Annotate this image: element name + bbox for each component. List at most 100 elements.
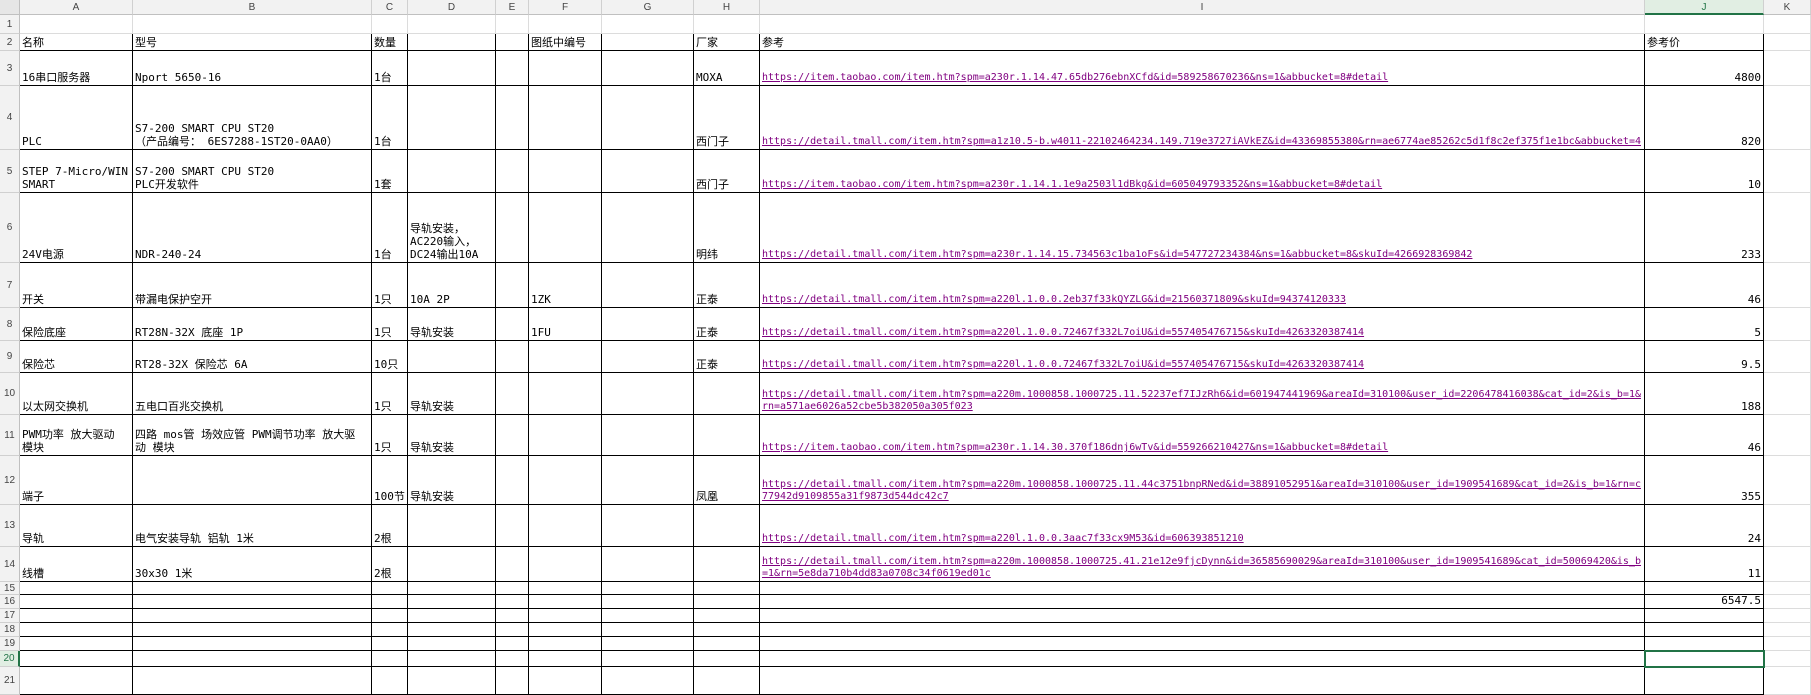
cell-e12[interactable] xyxy=(496,456,529,505)
item-name[interactable]: 开关 xyxy=(20,263,133,308)
column-header-g[interactable]: G xyxy=(602,0,694,15)
cell-b17[interactable] xyxy=(133,609,372,623)
column-header-d[interactable]: D xyxy=(408,0,496,15)
item-model[interactable]: 30x30 1米 xyxy=(133,547,372,582)
cell-k10[interactable] xyxy=(1764,373,1811,415)
item-name[interactable]: PLC xyxy=(20,86,133,150)
item-drawing-no[interactable]: 1ZK xyxy=(529,263,602,308)
select-all-corner[interactable] xyxy=(0,0,20,15)
item-link[interactable]: https://detail.tmall.com/item.htm?spm=a2… xyxy=(760,456,1645,505)
cell-f19[interactable] xyxy=(529,637,602,651)
cell-g20[interactable] xyxy=(602,651,694,667)
item-vendor[interactable] xyxy=(694,415,760,456)
item-name[interactable]: 保险底座 xyxy=(20,308,133,341)
row-header-13[interactable]: 13 xyxy=(0,505,20,547)
item-link[interactable]: https://detail.tmall.com/item.htm?spm=a2… xyxy=(760,193,1645,263)
item-vendor[interactable] xyxy=(694,373,760,415)
cell-i16[interactable] xyxy=(760,595,1645,609)
cell-k18[interactable] xyxy=(1764,623,1811,637)
item-price[interactable]: 188 xyxy=(1645,373,1764,415)
column-header-j[interactable]: J xyxy=(1645,0,1764,15)
cell-j21[interactable] xyxy=(1645,667,1764,695)
cell-f17[interactable] xyxy=(529,609,602,623)
item-note[interactable] xyxy=(408,341,496,373)
item-drawing-no[interactable] xyxy=(529,341,602,373)
item-vendor[interactable]: 正泰 xyxy=(694,341,760,373)
item-model[interactable]: 电气安装导轨 铝轨 1米 xyxy=(133,505,372,547)
item-drawing-no[interactable] xyxy=(529,505,602,547)
cell-k7[interactable] xyxy=(1764,263,1811,308)
cell-e3[interactable] xyxy=(496,51,529,86)
item-name[interactable]: 导轨 xyxy=(20,505,133,547)
row-header-14[interactable]: 14 xyxy=(0,547,20,582)
cell-k8[interactable] xyxy=(1764,308,1811,341)
item-model[interactable]: S7-200 SMART CPU ST20 PLC开发软件 xyxy=(133,150,372,193)
item-price[interactable]: 11 xyxy=(1645,547,1764,582)
cell-i21[interactable] xyxy=(760,667,1645,695)
cell-a17[interactable] xyxy=(20,609,133,623)
cell-b15[interactable] xyxy=(133,582,372,595)
cell-g3[interactable] xyxy=(602,51,694,86)
row-header-2[interactable]: 2 xyxy=(0,34,20,51)
cell-b1[interactable] xyxy=(133,15,372,34)
item-price[interactable]: 5 xyxy=(1645,308,1764,341)
cell-g21[interactable] xyxy=(602,667,694,695)
row-header-10[interactable]: 10 xyxy=(0,373,20,415)
cell-a20[interactable] xyxy=(20,651,133,667)
cell-e1[interactable] xyxy=(496,15,529,34)
cell-g17[interactable] xyxy=(602,609,694,623)
item-qty[interactable]: 1套 xyxy=(372,150,408,193)
cell-i17[interactable] xyxy=(760,609,1645,623)
item-price[interactable]: 233 xyxy=(1645,193,1764,263)
cell-k3[interactable] xyxy=(1764,51,1811,86)
cell-i20[interactable] xyxy=(760,651,1645,667)
item-vendor[interactable]: 西门子 xyxy=(694,150,760,193)
cell-c17[interactable] xyxy=(372,609,408,623)
column-header-i[interactable]: I xyxy=(760,0,1645,15)
item-note[interactable]: 导轨安装 xyxy=(408,373,496,415)
row-header-4[interactable]: 4 xyxy=(0,86,20,150)
item-link[interactable]: https://item.taobao.com/item.htm?spm=a23… xyxy=(760,51,1645,86)
cell-e16[interactable] xyxy=(496,595,529,609)
item-link[interactable]: https://detail.tmall.com/item.htm?spm=a2… xyxy=(760,308,1645,341)
item-name[interactable]: 24V电源 xyxy=(20,193,133,263)
item-qty[interactable]: 1只 xyxy=(372,308,408,341)
header-qty[interactable]: 数量 xyxy=(372,34,408,51)
item-vendor[interactable]: 西门子 xyxy=(694,86,760,150)
item-price[interactable]: 355 xyxy=(1645,456,1764,505)
cell-f21[interactable] xyxy=(529,667,602,695)
total-price[interactable]: 6547.5 xyxy=(1645,595,1764,609)
cell-g15[interactable] xyxy=(602,582,694,595)
cell-a19[interactable] xyxy=(20,637,133,651)
cell-h1[interactable] xyxy=(694,15,760,34)
cell-j17[interactable] xyxy=(1645,609,1764,623)
cell-a15[interactable] xyxy=(20,582,133,595)
cell-j20[interactable] xyxy=(1645,651,1764,667)
item-model[interactable]: RT28N-32X 底座 1P xyxy=(133,308,372,341)
cell-k12[interactable] xyxy=(1764,456,1811,505)
header-drawing-no[interactable]: 图纸中编号 xyxy=(529,34,602,51)
item-model[interactable]: 带漏电保护空开 xyxy=(133,263,372,308)
cell-g2[interactable] xyxy=(602,34,694,51)
item-model[interactable] xyxy=(133,456,372,505)
cell-g9[interactable] xyxy=(602,341,694,373)
cell-i18[interactable] xyxy=(760,623,1645,637)
cell-d19[interactable] xyxy=(408,637,496,651)
item-link[interactable]: https://item.taobao.com/item.htm?spm=a23… xyxy=(760,415,1645,456)
cell-k21[interactable] xyxy=(1764,667,1811,695)
row-header-19[interactable]: 19 xyxy=(0,637,20,651)
cell-g18[interactable] xyxy=(602,623,694,637)
cell-g6[interactable] xyxy=(602,193,694,263)
cell-g5[interactable] xyxy=(602,150,694,193)
item-qty[interactable]: 100节 xyxy=(372,456,408,505)
cell-e11[interactable] xyxy=(496,415,529,456)
row-header-12[interactable]: 12 xyxy=(0,456,20,505)
item-qty[interactable]: 1只 xyxy=(372,263,408,308)
cell-c16[interactable] xyxy=(372,595,408,609)
cell-k11[interactable] xyxy=(1764,415,1811,456)
cell-k14[interactable] xyxy=(1764,547,1811,582)
row-header-21[interactable]: 21 xyxy=(0,667,20,695)
item-note[interactable]: 10A 2P xyxy=(408,263,496,308)
item-name[interactable]: 端子 xyxy=(20,456,133,505)
column-header-b[interactable]: B xyxy=(133,0,372,15)
